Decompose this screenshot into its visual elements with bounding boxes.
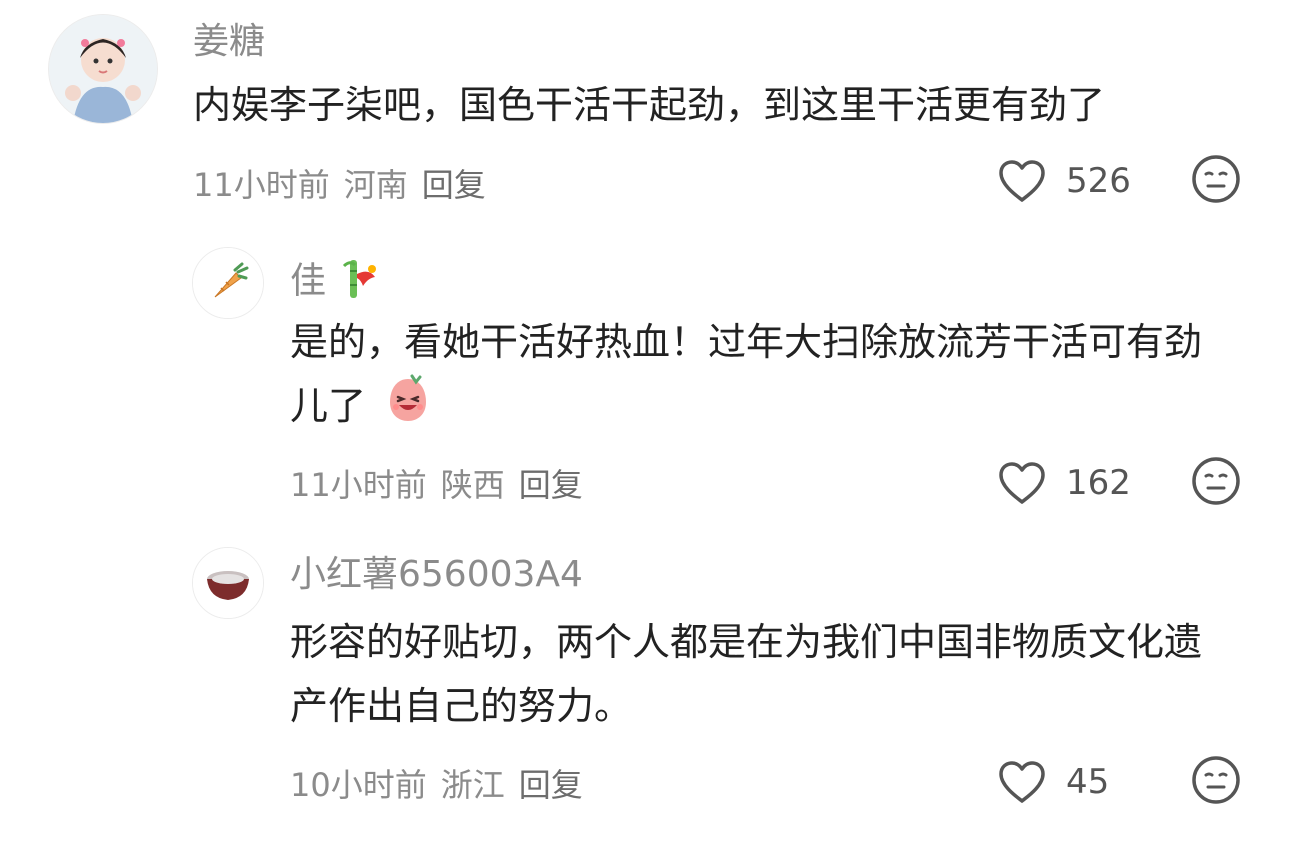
location: 浙江: [440, 766, 505, 804]
comment-text: 形容的好贴切，两个人都是在为我们中国非物质文化遗产作出自己的努力。: [290, 620, 1203, 728]
comment-meta: 11小时前 河南 回复: [193, 160, 486, 206]
like-count: 162: [1066, 463, 1131, 503]
heart-icon: [999, 160, 1045, 202]
avatar[interactable]: [192, 547, 264, 619]
meh-face-icon: [1192, 756, 1240, 804]
like-button[interactable]: 45: [996, 759, 1136, 805]
bamboo-flower-icon: [343, 260, 377, 298]
like-button[interactable]: 526: [996, 158, 1136, 204]
comment-meta: 10小时前 浙江 回复: [290, 760, 583, 806]
comment-meta: 11小时前 陕西 回复: [290, 460, 583, 506]
timestamp: 11小时前: [290, 466, 427, 504]
meh-face-icon: [1192, 155, 1240, 203]
username[interactable]: 佳: [290, 256, 383, 309]
laughing-blob-emoji: [382, 374, 434, 443]
dislike-button[interactable]: [1190, 153, 1242, 209]
comment-text: 是的，看她干活好热血！过年大扫除放流芳干活可有劲儿了: [290, 310, 1220, 443]
comment-actions: 162: [996, 455, 1242, 511]
like-button[interactable]: 162: [996, 460, 1136, 506]
comment-actions: 45: [996, 754, 1242, 810]
meh-face-icon: [1192, 457, 1240, 505]
location: 陕西: [440, 466, 505, 504]
laughing-blob-icon: [390, 374, 427, 421]
avatar[interactable]: [48, 14, 158, 124]
heart-icon: [999, 462, 1045, 504]
bowl-icon: [193, 548, 263, 618]
like-count: 45: [1066, 762, 1110, 802]
comment-text: 内娱李子柒吧，国色干活干起劲，到这里干活更有劲了: [193, 83, 1106, 127]
username[interactable]: 小红薯656003A4: [290, 557, 583, 593]
like-count: 526: [1066, 161, 1131, 201]
reply-button[interactable]: 回复: [519, 460, 583, 506]
comment-actions: 526: [996, 153, 1242, 209]
bamboo-flower-emoji: [341, 256, 383, 309]
timestamp: 11小时前: [193, 166, 330, 204]
heart-icon: [999, 761, 1045, 803]
reply-button[interactable]: 回复: [422, 160, 486, 206]
timestamp: 10小时前: [290, 766, 427, 804]
avatar[interactable]: [192, 247, 264, 319]
toddler-photo-avatar: [49, 15, 157, 123]
carrot-icon: [193, 248, 263, 318]
dislike-button[interactable]: [1190, 455, 1242, 511]
reply-button[interactable]: 回复: [519, 760, 583, 806]
dislike-button[interactable]: [1190, 754, 1242, 810]
location: 河南: [343, 166, 408, 204]
username[interactable]: 姜糖: [193, 24, 265, 60]
username-text: 佳: [290, 260, 327, 302]
